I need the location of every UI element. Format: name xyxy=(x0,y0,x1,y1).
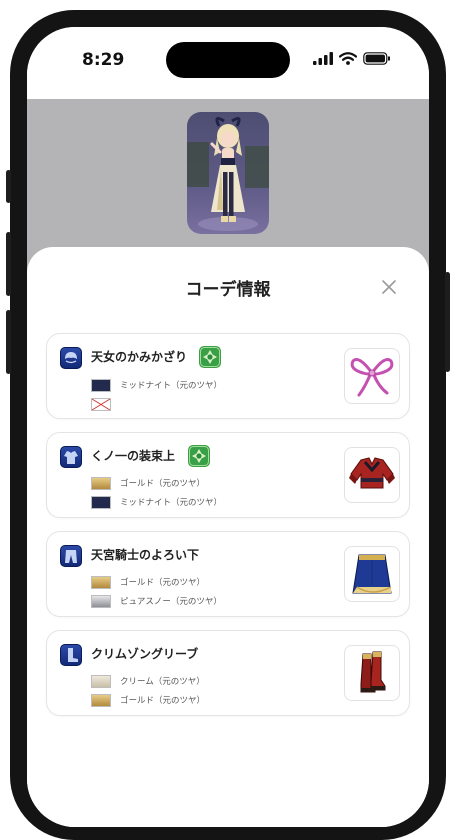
body-bottom-slot-icon xyxy=(60,545,82,567)
red-jacket-icon xyxy=(349,457,395,489)
character-preview-image xyxy=(187,112,269,234)
close-button[interactable] xyxy=(377,275,401,299)
dye-row: ミッドナイト（元のツヤ） xyxy=(91,495,222,509)
dye-row: ゴールド（元のツヤ） xyxy=(91,693,205,707)
item-name: 天女のかみかざり xyxy=(91,350,188,364)
dye-swatch xyxy=(91,674,111,688)
dye-label: ゴールド（元のツヤ） xyxy=(120,479,206,489)
status-icons xyxy=(313,52,391,65)
pink-ribbon-icon xyxy=(350,358,394,397)
volume-up-button xyxy=(6,232,11,296)
dye-swatch xyxy=(91,378,111,392)
blue-skirt-icon xyxy=(352,554,392,594)
equipment-item-card[interactable]: クリムゾングリーブ クリーム（元のツヤ） ゴールド（元のツヤ） xyxy=(46,630,410,716)
dye-label: ミッドナイト（元のツヤ） xyxy=(120,498,223,508)
equipment-item-card[interactable]: 天宮騎士のよろい下 ゴールド（元のツヤ） ピュアスノー（元のツヤ） xyxy=(46,531,410,617)
dye-swatch xyxy=(91,594,111,608)
leg-slot-icon xyxy=(60,644,82,666)
dye-label: クリーム（元のツヤ） xyxy=(120,677,205,687)
dye-row: ゴールド（元のツヤ） xyxy=(91,575,205,589)
green-dye-badge-icon xyxy=(188,445,210,467)
dye-row: クリーム（元のツヤ） xyxy=(91,674,205,688)
dye-row xyxy=(91,397,120,411)
green-dye-badge-icon xyxy=(199,346,221,368)
cellular-signal-icon xyxy=(313,52,333,65)
item-image xyxy=(344,348,400,404)
status-bar: 8:29 xyxy=(27,27,429,99)
no-dye-icon xyxy=(91,397,111,411)
close-icon xyxy=(382,280,396,294)
sheet-title: コーデ情報 xyxy=(185,280,271,300)
screen: 8:29 コーデ情報 天女のかみかざり ミッドナイト（元のツヤ） くノ一の装束上… xyxy=(27,27,429,827)
status-time: 8:29 xyxy=(82,50,125,70)
power-button xyxy=(445,272,450,372)
dye-row: ピュアスノー（元のツヤ） xyxy=(91,594,222,608)
wifi-icon xyxy=(339,52,357,65)
dye-label: ゴールド（元のツヤ） xyxy=(120,578,206,588)
dye-label: ピュアスノー（元のツヤ） xyxy=(120,597,222,607)
dye-label: ゴールド（元のツヤ） xyxy=(120,696,206,706)
dye-swatch xyxy=(91,495,111,509)
equipment-item-card[interactable]: くノ一の装束上 ゴールド（元のツヤ） ミッドナイト（元のツヤ） xyxy=(46,432,410,518)
item-name: クリムゾングリーブ xyxy=(91,647,199,661)
equipment-item-card[interactable]: 天女のかみかざり ミッドナイト（元のツヤ） xyxy=(46,333,410,419)
dye-swatch xyxy=(91,476,111,490)
dye-label: ミッドナイト（元のツヤ） xyxy=(120,381,223,391)
battery-icon xyxy=(363,52,390,65)
dynamic-island xyxy=(166,42,290,78)
item-name: くノ一の装束上 xyxy=(91,449,176,463)
dye-row: ゴールド（元のツヤ） xyxy=(91,476,205,490)
item-image xyxy=(344,546,400,602)
action-button xyxy=(6,170,11,203)
dye-row: ミッドナイト（元のツヤ） xyxy=(91,378,222,392)
item-name: 天宮騎士のよろい下 xyxy=(91,548,200,562)
dye-swatch xyxy=(91,693,111,707)
item-image xyxy=(344,645,400,701)
body-top-slot-icon xyxy=(60,446,82,468)
volume-down-button xyxy=(6,310,11,374)
dye-swatch xyxy=(91,575,111,589)
coordinate-info-sheet: コーデ情報 天女のかみかざり ミッドナイト（元のツヤ） くノ一の装束上 ゴールド… xyxy=(27,247,429,827)
crimson-boots-icon xyxy=(360,651,386,693)
item-image xyxy=(344,447,400,503)
head-slot-icon xyxy=(60,347,82,369)
